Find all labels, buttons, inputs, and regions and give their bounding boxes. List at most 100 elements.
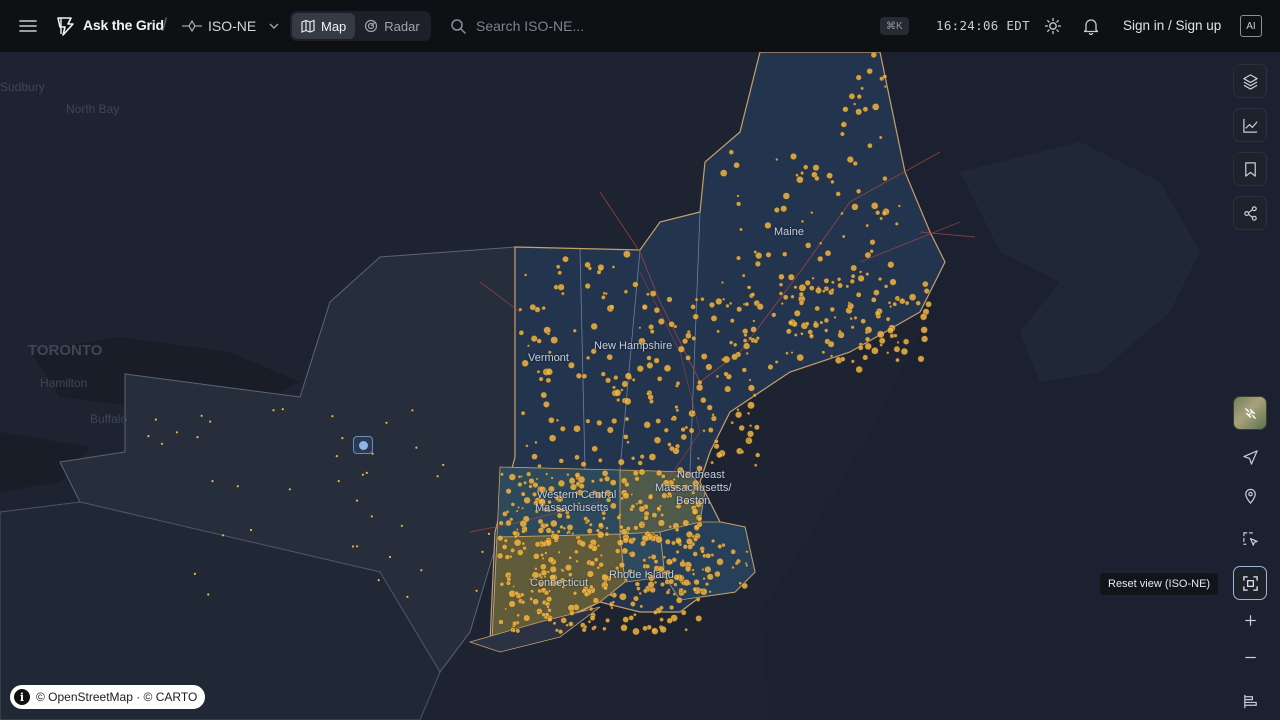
power-plant-dot[interactable] bbox=[853, 102, 857, 106]
power-plant-dot[interactable] bbox=[680, 433, 687, 441]
power-plant-dot[interactable] bbox=[920, 326, 928, 334]
power-plant-dot[interactable] bbox=[521, 541, 526, 546]
power-plant-dot[interactable] bbox=[536, 610, 541, 615]
power-plant-dot[interactable] bbox=[837, 277, 842, 282]
power-plant-dot[interactable] bbox=[530, 589, 534, 594]
power-plant-dot[interactable] bbox=[677, 345, 685, 353]
power-plant-dot[interactable] bbox=[679, 587, 684, 592]
power-plant-dot[interactable] bbox=[664, 538, 671, 545]
power-plant-dot[interactable] bbox=[729, 318, 735, 324]
power-plant-dot[interactable] bbox=[736, 201, 742, 207]
power-plant-dot[interactable] bbox=[878, 135, 883, 140]
zoom-out-button[interactable] bbox=[1233, 640, 1267, 674]
power-plant-dot[interactable] bbox=[682, 544, 688, 550]
power-plant-dot[interactable] bbox=[523, 480, 527, 485]
power-plant-dot[interactable] bbox=[873, 289, 880, 296]
power-plant-dot[interactable] bbox=[710, 415, 717, 422]
power-plant-dot[interactable] bbox=[620, 388, 624, 392]
power-plant-dot[interactable] bbox=[754, 463, 758, 467]
power-plant-dot[interactable] bbox=[803, 164, 809, 170]
power-plant-dot[interactable] bbox=[587, 266, 592, 271]
power-plant-dot[interactable] bbox=[475, 589, 478, 592]
power-plant-dot[interactable] bbox=[833, 315, 837, 319]
power-plant-dot[interactable] bbox=[604, 475, 611, 482]
power-plant-dot[interactable] bbox=[365, 471, 368, 474]
power-plant-dot[interactable] bbox=[847, 301, 851, 305]
power-plant-dot[interactable] bbox=[512, 530, 518, 536]
power-plant-dot[interactable] bbox=[653, 436, 662, 444]
power-plant-dot[interactable] bbox=[510, 502, 516, 507]
logo-icon[interactable] bbox=[55, 15, 77, 37]
power-plant-dot[interactable] bbox=[385, 421, 388, 424]
power-plant-dot[interactable] bbox=[778, 291, 783, 296]
power-plant-dot[interactable] bbox=[415, 446, 418, 449]
power-plant-dot[interactable] bbox=[545, 377, 552, 384]
power-plant-dot[interactable] bbox=[498, 619, 504, 625]
power-plant-dot[interactable] bbox=[637, 499, 643, 505]
power-plant-dot[interactable] bbox=[634, 476, 640, 482]
power-plant-dot[interactable] bbox=[663, 364, 672, 372]
power-plant-dot[interactable] bbox=[871, 297, 877, 303]
power-plant-dot[interactable] bbox=[878, 277, 883, 282]
power-plant-dot[interactable] bbox=[624, 481, 630, 488]
power-plant-dot[interactable] bbox=[827, 340, 835, 348]
power-plant-dot[interactable] bbox=[663, 427, 669, 433]
power-plant-dot[interactable] bbox=[747, 384, 755, 392]
power-plant-dot[interactable] bbox=[547, 616, 553, 623]
power-plant-dot[interactable] bbox=[878, 337, 886, 345]
power-plant-dot[interactable] bbox=[653, 580, 658, 584]
power-plant-dot[interactable] bbox=[685, 565, 692, 573]
power-plant-dot[interactable] bbox=[706, 573, 714, 581]
power-plant-dot[interactable] bbox=[602, 626, 607, 631]
power-plant-dot[interactable] bbox=[704, 566, 712, 573]
power-plant-dot[interactable] bbox=[351, 545, 355, 548]
power-plant-dot[interactable] bbox=[528, 484, 533, 489]
power-plant-dot[interactable] bbox=[674, 405, 679, 409]
power-plant-dot[interactable] bbox=[841, 234, 846, 239]
power-plant-dot[interactable] bbox=[544, 523, 549, 528]
power-plant-dot[interactable] bbox=[593, 557, 599, 563]
power-plant-dot[interactable] bbox=[572, 591, 578, 596]
power-plant-dot[interactable] bbox=[747, 401, 755, 410]
share-button[interactable] bbox=[1233, 196, 1267, 230]
tab-radar[interactable]: Radar bbox=[355, 13, 428, 39]
power-plant-dot[interactable] bbox=[593, 625, 597, 630]
power-plant-dot[interactable] bbox=[558, 458, 564, 464]
power-plant-dot[interactable] bbox=[855, 108, 863, 116]
power-plant-dot[interactable] bbox=[541, 612, 546, 617]
power-plant-dot[interactable] bbox=[889, 278, 897, 286]
power-plant-dot[interactable] bbox=[609, 479, 617, 486]
power-plant-dot[interactable] bbox=[800, 171, 804, 175]
power-plant-dot[interactable] bbox=[616, 398, 621, 402]
power-plant-dot[interactable] bbox=[875, 210, 881, 216]
power-plant-dot[interactable] bbox=[804, 279, 811, 286]
power-plant-dot[interactable] bbox=[750, 292, 756, 297]
pin-button[interactable] bbox=[1233, 478, 1267, 512]
power-plant-dot[interactable] bbox=[867, 143, 873, 149]
power-plant-dot[interactable] bbox=[874, 310, 881, 317]
power-plant-dot[interactable] bbox=[753, 250, 758, 254]
power-plant-dot[interactable] bbox=[782, 192, 790, 200]
power-plant-dot[interactable] bbox=[638, 591, 642, 596]
power-plant-dot[interactable] bbox=[622, 537, 630, 544]
power-plant-dot[interactable] bbox=[798, 284, 807, 292]
power-plant-dot[interactable] bbox=[541, 556, 545, 560]
power-plant-dot[interactable] bbox=[331, 415, 334, 418]
power-plant-dot[interactable] bbox=[610, 606, 614, 610]
power-plant-dot[interactable] bbox=[682, 338, 689, 345]
power-plant-dot[interactable] bbox=[566, 524, 574, 531]
power-plant-dot[interactable] bbox=[897, 204, 901, 208]
power-plant-dot[interactable] bbox=[498, 520, 504, 526]
power-plant-dot[interactable] bbox=[670, 417, 674, 421]
power-plant-dot[interactable] bbox=[721, 543, 726, 548]
power-plant-dot[interactable] bbox=[624, 397, 632, 406]
power-plant-dot[interactable] bbox=[653, 559, 659, 564]
power-plant-dot[interactable] bbox=[685, 332, 692, 339]
power-plant-dot[interactable] bbox=[814, 175, 820, 181]
power-plant-dot[interactable] bbox=[682, 519, 690, 527]
power-plant-dot[interactable] bbox=[716, 451, 723, 459]
power-plant-dot[interactable] bbox=[561, 291, 565, 296]
power-plant-dot[interactable] bbox=[710, 315, 718, 322]
power-plant-dot[interactable] bbox=[639, 604, 644, 609]
satellite-toggle[interactable] bbox=[1233, 396, 1267, 430]
